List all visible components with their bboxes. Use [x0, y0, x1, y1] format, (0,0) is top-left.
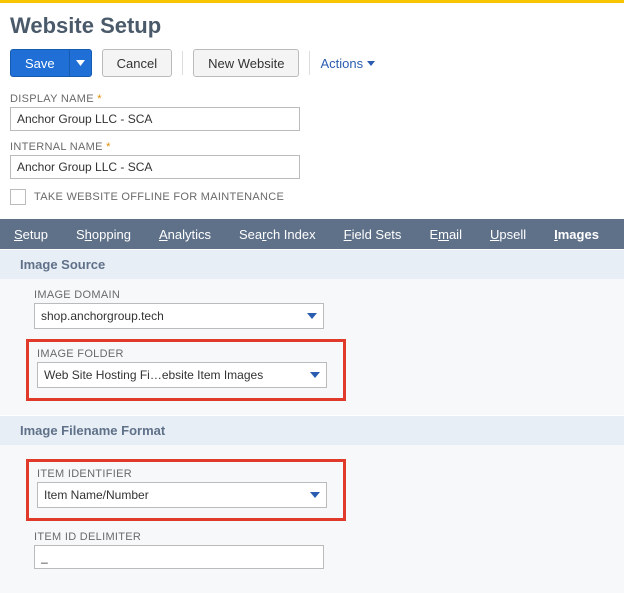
image-folder-label: IMAGE FOLDER — [37, 348, 335, 360]
save-button[interactable]: Save — [10, 49, 70, 77]
item-id-delimiter-input[interactable] — [34, 545, 324, 569]
actions-menu[interactable]: Actions — [320, 56, 375, 71]
image-domain-label: IMAGE DOMAIN — [34, 289, 604, 301]
display-name-input[interactable] — [10, 107, 300, 131]
divider — [182, 51, 183, 75]
caret-down-icon — [367, 61, 375, 66]
tab-setup[interactable]: Setup — [0, 219, 62, 249]
page-title: Website Setup — [10, 13, 614, 39]
item-identifier-label: ITEM IDENTIFIER — [37, 468, 335, 480]
tab-images[interactable]: Images — [540, 219, 613, 249]
image-folder-value: Web Site Hosting Fi…ebsite Item Images — [44, 368, 263, 382]
caret-down-icon — [310, 372, 320, 378]
caret-down-icon — [307, 313, 317, 319]
tab-field-sets[interactable]: Field Sets — [330, 219, 416, 249]
highlight-item-identifier: ITEM IDENTIFIER Item Name/Number — [26, 459, 346, 521]
save-dropdown-arrow[interactable] — [70, 49, 92, 77]
internal-name-label: INTERNAL NAME * — [10, 141, 614, 153]
internal-name-input[interactable] — [10, 155, 300, 179]
item-identifier-value: Item Name/Number — [44, 488, 149, 502]
offline-checkbox[interactable] — [10, 189, 26, 205]
toolbar: Save Cancel New Website Actions — [10, 49, 614, 77]
image-folder-select[interactable]: Web Site Hosting Fi…ebsite Item Images — [37, 362, 327, 388]
item-identifier-select[interactable]: Item Name/Number — [37, 482, 327, 508]
section-image-source: Image Source — [0, 249, 624, 279]
divider — [309, 51, 310, 75]
caret-down-icon — [76, 60, 85, 66]
images-panel: Image Source IMAGE DOMAIN shop.anchorgro… — [0, 249, 624, 593]
tab-analytics[interactable]: Analytics — [145, 219, 225, 249]
tab-upsell[interactable]: Upsell — [476, 219, 540, 249]
display-name-label: DISPLAY NAME * — [10, 93, 614, 105]
cancel-button[interactable]: Cancel — [102, 49, 172, 77]
image-domain-select[interactable]: shop.anchorgroup.tech — [34, 303, 324, 329]
actions-label: Actions — [320, 56, 363, 71]
highlight-image-folder: IMAGE FOLDER Web Site Hosting Fi…ebsite … — [26, 339, 346, 401]
caret-down-icon — [310, 492, 320, 498]
section-filename-format: Image Filename Format — [0, 415, 624, 445]
new-website-button[interactable]: New Website — [193, 49, 299, 77]
offline-label: TAKE WEBSITE OFFLINE FOR MAINTENANCE — [34, 191, 284, 203]
image-domain-value: shop.anchorgroup.tech — [41, 309, 164, 323]
tab-bar: Setup Shopping Analytics Search Index Fi… — [0, 219, 624, 249]
tab-email[interactable]: Email — [415, 219, 476, 249]
tab-shopping[interactable]: Shopping — [62, 219, 145, 249]
save-split-button[interactable]: Save — [10, 49, 92, 77]
tab-search-index[interactable]: Search Index — [225, 219, 330, 249]
item-id-delimiter-label: ITEM ID DELIMITER — [34, 531, 604, 543]
